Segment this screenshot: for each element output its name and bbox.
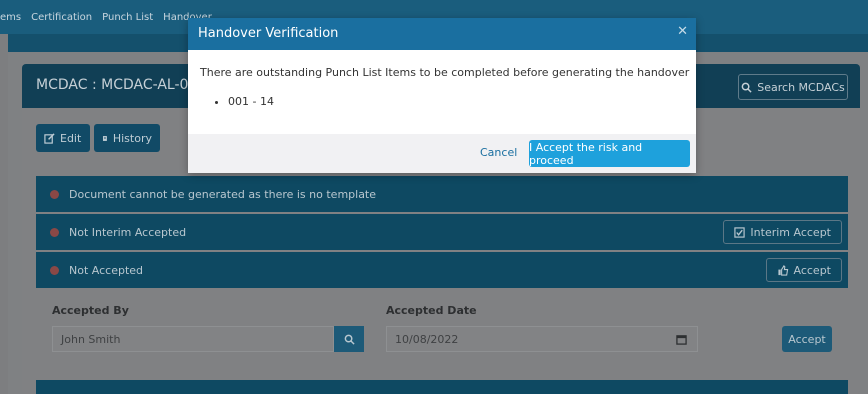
list-item: 001 - 14 (228, 95, 684, 108)
error-icon (50, 227, 59, 237)
error-icon (50, 265, 59, 275)
page-title: MCDAC : MCDAC-AL-045- (36, 77, 212, 93)
accepted-by-value: John Smith (61, 332, 121, 346)
punch-list-items: 001 - 14 (200, 95, 684, 108)
calendar-icon[interactable] (676, 334, 687, 345)
nav-item-items[interactable]: ems (0, 12, 21, 23)
nav-items: ems Certification Punch List Handover (0, 12, 212, 23)
status-text: Not Accepted (69, 263, 144, 277)
modal-message: There are outstanding Punch List Items t… (200, 66, 690, 79)
accepted-date-label: Accepted Date (386, 304, 477, 317)
accept-row-button[interactable]: Accept (765, 258, 842, 282)
nav-item-punch-list[interactable]: Punch List (102, 12, 153, 23)
cancel-button[interactable]: Cancel (480, 146, 517, 159)
edit-label: Edit (60, 131, 82, 145)
history-button[interactable]: History (94, 124, 160, 152)
status-row-next (36, 380, 848, 394)
modal-body: There are outstanding Punch List Items t… (188, 50, 696, 134)
interim-accept-label: Interim Accept (750, 225, 831, 239)
modal-footer: Cancel I Accept the risk and proceed (188, 134, 696, 173)
status-text: Not Interim Accepted (69, 225, 187, 239)
status-row-template: Document cannot be generated as there is… (36, 176, 848, 212)
search-icon (344, 334, 355, 345)
accept-button[interactable]: Accept (782, 326, 832, 352)
accepted-by-search-button[interactable] (334, 326, 364, 352)
status-row-accepted: Not Accepted Accept (36, 252, 848, 288)
edit-button[interactable]: Edit (36, 124, 90, 152)
history-icon (102, 135, 107, 141)
search-mcdacs-label: Search MCDACs (757, 80, 845, 94)
accepted-date-input[interactable]: 10/08/2022 (386, 326, 698, 352)
edit-icon (44, 132, 55, 144)
status-row-interim: Not Interim Accepted Interim Accept (36, 214, 848, 250)
status-text: Document cannot be generated as there is… (69, 187, 377, 201)
accept-risk-proceed-button[interactable]: I Accept the risk and proceed (529, 140, 690, 167)
accept-row-label: Accept (793, 263, 832, 277)
accepted-date-value: 10/08/2022 (395, 332, 459, 346)
search-icon (741, 82, 752, 93)
modal-title: Handover Verification (198, 26, 339, 41)
check-square-icon (734, 226, 746, 238)
handover-verification-modal: Handover Verification ✕ There are outsta… (188, 18, 696, 173)
modal-header: Handover Verification ✕ (188, 18, 696, 50)
thumbs-up-icon (777, 264, 788, 276)
error-icon (50, 189, 59, 199)
history-label: History (112, 131, 152, 145)
interim-accept-button[interactable]: Interim Accept (723, 220, 842, 244)
accepted-by-input[interactable]: John Smith (52, 326, 334, 352)
close-icon[interactable]: ✕ (677, 24, 688, 39)
accepted-by-label: Accepted By (52, 304, 129, 317)
search-mcdacs-button[interactable]: Search MCDACs (738, 74, 848, 100)
nav-item-certification[interactable]: Certification (31, 12, 92, 23)
